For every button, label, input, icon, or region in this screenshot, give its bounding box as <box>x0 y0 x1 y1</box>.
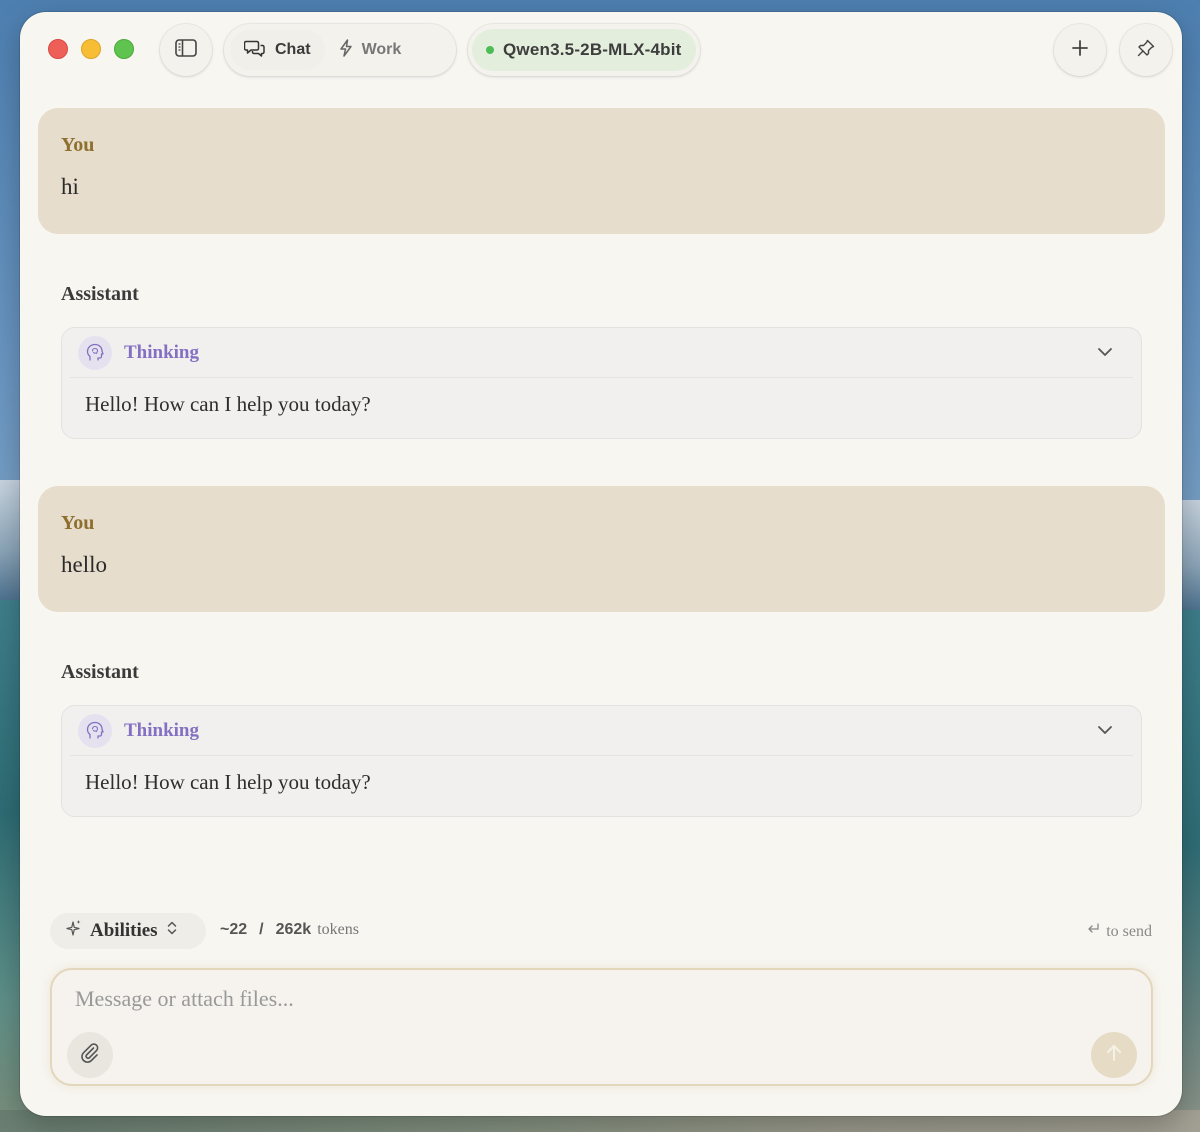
sidebar-toggle-button[interactable] <box>160 24 212 76</box>
chevron-up-down-icon <box>166 920 178 942</box>
tab-chat-label: Chat <box>275 41 311 58</box>
message-input[interactable] <box>75 986 1075 1012</box>
message-author: You <box>61 134 95 156</box>
thinking-toggle[interactable]: Thinking <box>70 328 1133 378</box>
abilities-label: Abilities <box>90 920 158 941</box>
tab-work-label: Work <box>361 41 402 58</box>
thinking-label: Thinking <box>124 341 199 363</box>
message-author: Assistant <box>61 661 139 683</box>
tokens-max: 262k <box>275 921 312 938</box>
sparkle-icon <box>66 919 82 943</box>
send-hint-label: to send <box>1106 922 1152 940</box>
model-selector[interactable]: Qwen3.5-2B-MLX-4bit <box>468 24 700 76</box>
chevron-down-icon <box>1097 722 1113 740</box>
thinking-block: Thinking Hello! How can I help you today… <box>61 327 1142 439</box>
message-author: You <box>61 512 95 534</box>
thinking-toggle[interactable]: Thinking <box>70 706 1133 756</box>
message-text: Hello! How can I help you today? <box>85 392 371 416</box>
return-key-icon <box>1086 922 1100 941</box>
tab-work[interactable]: Work <box>325 30 416 70</box>
user-message: You hello <box>38 486 1165 612</box>
arrow-up-icon <box>1105 1043 1123 1068</box>
model-name: Qwen3.5-2B-MLX-4bit <box>503 40 682 59</box>
message-composer <box>50 968 1153 1086</box>
mode-switcher: Chat Work <box>224 24 456 76</box>
pin-window-button[interactable] <box>1120 24 1172 76</box>
tokens-used: ~22 <box>220 921 248 938</box>
send-button[interactable] <box>1091 1032 1137 1078</box>
message-author: Assistant <box>61 283 139 305</box>
tab-chat[interactable]: Chat <box>230 30 325 70</box>
attach-files-button[interactable] <box>67 1032 113 1078</box>
model-status-indicator <box>486 46 494 54</box>
paperclip-icon <box>79 1042 101 1069</box>
brain-icon <box>78 335 112 370</box>
send-hint: to send <box>1086 922 1152 941</box>
zoom-window-button[interactable] <box>114 39 134 59</box>
abilities-button[interactable]: Abilities <box>50 913 206 949</box>
tokens-unit: tokens <box>317 921 359 938</box>
chevron-down-icon <box>1097 344 1113 362</box>
thinking-block: Thinking Hello! How can I help you today… <box>61 705 1142 817</box>
message-text: hello <box>61 552 107 577</box>
window-controls <box>48 39 134 59</box>
message-text: Hello! How can I help you today? <box>85 770 371 794</box>
sidebar-icon <box>175 38 197 62</box>
token-counter: ~22 / 262k tokens <box>220 921 359 939</box>
message-text: hi <box>61 174 79 199</box>
close-window-button[interactable] <box>48 39 68 59</box>
model-pill: Qwen3.5-2B-MLX-4bit <box>472 29 696 71</box>
plus-icon <box>1071 39 1089 62</box>
thinking-label: Thinking <box>124 719 199 741</box>
chat-bubbles-icon <box>243 39 266 62</box>
app-window: Chat Work Qwen3.5-2B-MLX-4bit You hi Ass… <box>20 12 1182 1116</box>
pin-icon <box>1136 38 1156 63</box>
tokens-separator: / <box>259 921 264 938</box>
minimize-window-button[interactable] <box>81 39 101 59</box>
lightning-icon <box>339 38 353 62</box>
brain-icon <box>78 713 112 748</box>
new-chat-button[interactable] <box>1054 24 1106 76</box>
user-message: You hi <box>38 108 1165 234</box>
